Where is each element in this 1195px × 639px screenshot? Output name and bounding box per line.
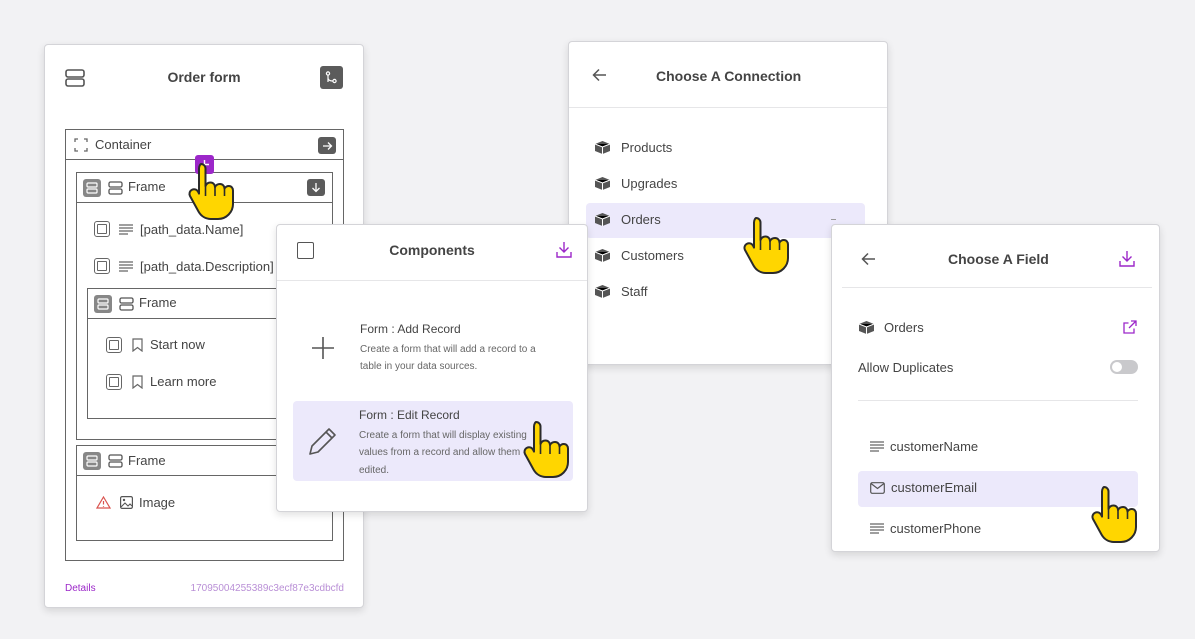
pencil-icon bbox=[305, 425, 339, 459]
frame-handle-icon[interactable] bbox=[94, 295, 112, 313]
add-record-desc-2: table in your data sources. bbox=[360, 361, 478, 372]
connection-item[interactable]: Orders bbox=[594, 212, 661, 227]
connection-item-label: Staff bbox=[621, 284, 648, 299]
details-link[interactable]: Details bbox=[65, 583, 96, 594]
mail-icon bbox=[870, 481, 885, 494]
frame2-label: Frame bbox=[139, 295, 177, 310]
text-lines-icon bbox=[870, 441, 884, 452]
edit-record-desc-1: Create a form that will display existing bbox=[359, 430, 527, 441]
select-checkbox-icon[interactable] bbox=[106, 374, 122, 390]
connection-item-label: Customers bbox=[621, 248, 684, 263]
start-now-label: Start now bbox=[150, 337, 205, 352]
connection-item[interactable]: Customers bbox=[594, 248, 684, 263]
image-label: Image bbox=[139, 495, 176, 510]
external-link-icon[interactable] bbox=[1123, 320, 1137, 334]
back-arrow-icon[interactable] bbox=[592, 68, 607, 82]
image-icon bbox=[120, 496, 133, 509]
field-item-label: customerName bbox=[890, 439, 979, 454]
field-item[interactable]: customerPhone bbox=[870, 521, 981, 536]
field-item-label: customerEmail bbox=[891, 480, 977, 495]
database-icon bbox=[594, 176, 611, 191]
bookmark-icon bbox=[132, 375, 143, 389]
select-checkbox-icon[interactable] bbox=[94, 258, 110, 274]
divider bbox=[569, 107, 887, 108]
components-title: Components bbox=[389, 242, 475, 258]
edit-record-desc-2: values from a record and allow them bbox=[359, 447, 521, 458]
select-checkbox-icon[interactable] bbox=[106, 337, 122, 353]
text-lines-icon bbox=[119, 224, 133, 235]
arrow-down-icon[interactable] bbox=[307, 179, 325, 196]
download-icon[interactable] bbox=[556, 241, 572, 258]
record-id: 17095004255389c3ecf87e3cdbcfd bbox=[190, 583, 344, 594]
download-icon[interactable] bbox=[1119, 250, 1135, 267]
order-form-title: Order form bbox=[167, 69, 241, 85]
divider bbox=[277, 280, 587, 281]
divider bbox=[858, 400, 1138, 401]
pointer-hand-icon bbox=[742, 214, 792, 276]
pointer-hand-icon bbox=[187, 160, 237, 222]
add-record-title: Form : Add Record bbox=[360, 322, 461, 336]
field-title: Choose A Field bbox=[948, 251, 1049, 267]
learn-more-label: Learn more bbox=[150, 374, 217, 389]
field-item[interactable]: customerName bbox=[870, 439, 978, 454]
frame-handle-icon[interactable] bbox=[83, 179, 101, 197]
arrow-right-icon[interactable] bbox=[318, 137, 336, 154]
connection-item-label: Orders bbox=[621, 212, 661, 227]
warning-icon bbox=[96, 496, 111, 509]
field-source-label: Orders bbox=[884, 320, 924, 335]
frame1-label: Frame bbox=[128, 179, 166, 194]
add-record-desc-1: Create a form that will add a record to … bbox=[360, 344, 536, 355]
connection-item-label: Upgrades bbox=[621, 176, 678, 191]
field-name-label: [path_data.Name] bbox=[140, 222, 244, 237]
branch-icon[interactable] bbox=[320, 66, 343, 89]
database-icon bbox=[594, 212, 611, 227]
connection-item[interactable]: Staff bbox=[594, 284, 648, 299]
connection-title: Choose A Connection bbox=[656, 68, 802, 84]
select-checkbox-icon[interactable] bbox=[94, 221, 110, 237]
connection-item-label: Products bbox=[621, 140, 673, 155]
database-icon bbox=[594, 248, 611, 263]
back-arrow-icon[interactable] bbox=[861, 252, 876, 266]
allow-duplicates-label: Allow Duplicates bbox=[858, 360, 954, 375]
dash-mark bbox=[831, 219, 836, 220]
container-label: Container bbox=[95, 137, 152, 152]
frame3-label: Frame bbox=[128, 453, 166, 468]
frame-icon bbox=[108, 181, 123, 195]
text-lines-icon bbox=[119, 261, 133, 272]
frame-handle-icon[interactable] bbox=[83, 452, 101, 470]
field-description-label: [path_data.Description] bbox=[140, 259, 274, 274]
edit-record-desc-3: edited. bbox=[359, 465, 390, 476]
fullscreen-icon bbox=[74, 138, 88, 152]
field-item[interactable]: customerEmail bbox=[870, 480, 977, 495]
connection-item[interactable]: Upgrades bbox=[594, 176, 677, 191]
pointer-hand-icon bbox=[1090, 483, 1140, 545]
database-icon bbox=[594, 140, 611, 155]
bookmark-icon bbox=[132, 338, 143, 352]
frame-icon bbox=[119, 297, 134, 311]
divider bbox=[842, 287, 1152, 288]
pointer-hand-icon bbox=[522, 418, 572, 480]
plus-icon bbox=[311, 336, 335, 360]
database-icon bbox=[858, 320, 875, 335]
database-icon bbox=[594, 284, 611, 299]
edit-record-title: Form : Edit Record bbox=[359, 408, 460, 422]
allow-duplicates-toggle[interactable] bbox=[1110, 360, 1138, 374]
field-item-label: customerPhone bbox=[890, 521, 982, 536]
frame-icon bbox=[108, 454, 123, 468]
text-lines-icon bbox=[870, 523, 884, 534]
connection-item[interactable]: Products bbox=[594, 140, 672, 155]
